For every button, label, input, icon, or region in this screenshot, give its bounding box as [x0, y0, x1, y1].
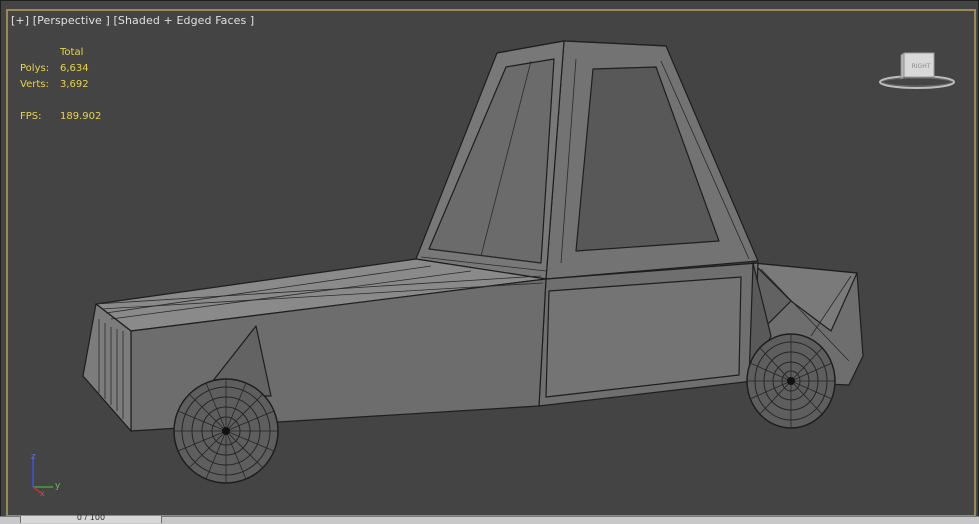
polys-value: 6,634 — [60, 63, 89, 74]
rear-wheel — [746, 333, 836, 429]
car-model-3d[interactable] — [1, 1, 979, 524]
verts-value: 3,692 — [60, 79, 89, 90]
perspective-viewport[interactable]: [+] [Perspective ] [Shaded + Edged Faces… — [0, 0, 979, 523]
viewcube-face-label: RIGHT — [912, 63, 931, 70]
front-wheel — [173, 378, 279, 484]
viewport-label-bar: [+] [Perspective ] [Shaded + Edged Faces… — [11, 14, 254, 27]
viewcube-icon[interactable]: RIGHT — [879, 49, 955, 91]
time-slider-label: 0 / 100 — [76, 513, 106, 520]
view-type-button[interactable]: [Perspective ] — [33, 14, 110, 27]
axis-tripod-icon: z y x — [31, 452, 61, 496]
axis-x-label: x — [40, 489, 45, 496]
fps-value: 189.902 — [60, 111, 102, 122]
axis-y-label: y — [55, 481, 61, 491]
fps-label: FPS: — [20, 111, 42, 122]
stats-header: Total — [60, 47, 84, 58]
time-slider[interactable]: 0 / 100 — [20, 513, 162, 523]
viewport-menu-button[interactable]: [+] — [11, 14, 29, 27]
verts-label: Verts: — [20, 79, 49, 90]
polys-label: Polys: — [20, 63, 50, 74]
axis-z-label: z — [31, 452, 36, 462]
shading-mode-button[interactable]: [Shaded + Edged Faces ] — [114, 14, 255, 27]
